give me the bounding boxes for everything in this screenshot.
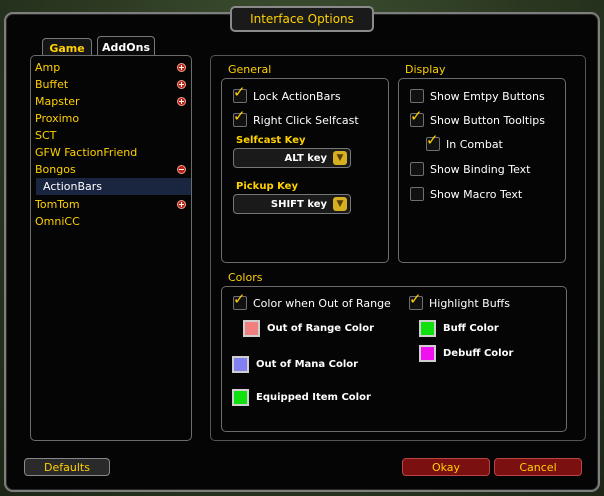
in-combat-checkbox[interactable]: ✓ In Combat bbox=[426, 133, 503, 153]
right-click-selfcast-checkbox[interactable]: ✓ Right Click Selfcast bbox=[233, 109, 359, 129]
addon-item-label: GFW FactionFriend bbox=[35, 146, 138, 159]
check-icon: ✓ bbox=[409, 290, 422, 308]
checkbox-label: Show Emtpy Buttons bbox=[430, 89, 545, 103]
check-icon: ✓ bbox=[233, 290, 246, 308]
selfcast-key-dropdown[interactable]: ALT key ▼ bbox=[233, 148, 351, 168]
addon-item-bongos[interactable]: Bongos bbox=[35, 161, 190, 178]
out-of-range-color-picker[interactable]: Out of Range Color bbox=[243, 318, 374, 338]
addon-item-label: Amp bbox=[35, 61, 61, 74]
swatch-label: Out of Range Color bbox=[267, 322, 375, 334]
expand-icon[interactable] bbox=[177, 97, 186, 106]
addon-item-label: TomTom bbox=[35, 198, 80, 211]
highlight-buffs-checkbox[interactable]: ✓ Highlight Buffs bbox=[409, 292, 510, 312]
addon-item-sct[interactable]: SCT bbox=[35, 127, 190, 144]
checkbox-label: Show Macro Text bbox=[430, 187, 523, 201]
addon-item-label: SCT bbox=[35, 129, 57, 142]
color-swatch[interactable] bbox=[243, 319, 260, 337]
pickup-key-label: Pickup Key bbox=[236, 181, 298, 192]
general-title: General bbox=[228, 63, 272, 76]
chevron-down-icon[interactable]: ▼ bbox=[333, 151, 347, 165]
checkbox-box[interactable]: ✓ bbox=[233, 109, 247, 127]
pickup-key-dropdown[interactable]: SHIFT key ▼ bbox=[233, 194, 351, 214]
checkbox-label: Show Binding Text bbox=[430, 162, 531, 176]
window-title-bar: Interface Options bbox=[230, 6, 374, 32]
checkbox-box[interactable]: ✓ bbox=[409, 292, 423, 310]
equipped-item-color-picker[interactable]: Equipped Item Color bbox=[232, 387, 371, 407]
cancel-button[interactable]: Cancel bbox=[494, 458, 582, 476]
buff-color-picker[interactable]: Buff Color bbox=[419, 318, 499, 338]
cancel-button-label: Cancel bbox=[519, 460, 557, 474]
swatch-label: Equipped Item Color bbox=[256, 391, 371, 403]
checkbox-box[interactable] bbox=[410, 187, 424, 201]
dropdown-value: SHIFT key bbox=[270, 198, 327, 210]
addon-item-actionbars[interactable]: ActionBars bbox=[36, 178, 191, 195]
addon-item-buffet[interactable]: Buffet bbox=[35, 76, 190, 93]
color-when-out-of-range-checkbox[interactable]: ✓ Color when Out of Range bbox=[233, 292, 391, 312]
color-swatch[interactable] bbox=[419, 319, 436, 337]
color-swatch[interactable] bbox=[232, 388, 249, 406]
selfcast-key-label: Selfcast Key bbox=[236, 135, 306, 146]
checkbox-box[interactable]: ✓ bbox=[233, 85, 247, 103]
addon-item-tomtom[interactable]: TomTom bbox=[35, 196, 190, 213]
expand-icon[interactable] bbox=[177, 200, 186, 209]
checkbox-label: Lock ActionBars bbox=[253, 89, 341, 103]
show-empty-buttons-checkbox[interactable]: Show Emtpy Buttons bbox=[410, 87, 545, 105]
swatch-label: Buff Color bbox=[443, 322, 499, 334]
window-title: Interface Options bbox=[250, 12, 354, 26]
collapse-icon[interactable] bbox=[177, 165, 186, 174]
addon-item-amp[interactable]: Amp bbox=[35, 59, 190, 76]
okay-button[interactable]: Okay bbox=[402, 458, 490, 476]
check-icon: ✓ bbox=[233, 107, 246, 125]
check-icon: ✓ bbox=[410, 107, 423, 125]
addon-item-label: Bongos bbox=[35, 163, 76, 176]
checkbox-box[interactable] bbox=[410, 89, 424, 103]
color-swatch[interactable] bbox=[232, 355, 249, 373]
swatch-label: Debuff Color bbox=[443, 347, 514, 359]
addon-item-label: Buffet bbox=[35, 78, 69, 91]
okay-button-label: Okay bbox=[431, 460, 461, 474]
show-macro-text-checkbox[interactable]: Show Macro Text bbox=[410, 185, 522, 203]
checkbox-label: Color when Out of Range bbox=[253, 296, 391, 310]
out-of-mana-color-picker[interactable]: Out of Mana Color bbox=[232, 354, 358, 374]
expand-icon[interactable] bbox=[177, 80, 186, 89]
addon-item-proximo[interactable]: Proximo bbox=[35, 110, 190, 127]
debuff-color-picker[interactable]: Debuff Color bbox=[419, 343, 513, 363]
checkbox-label: Show Button Tooltips bbox=[430, 113, 545, 127]
swatch-label: Out of Mana Color bbox=[256, 358, 359, 370]
display-title: Display bbox=[405, 63, 446, 76]
lock-actionbars-checkbox[interactable]: ✓ Lock ActionBars bbox=[233, 85, 341, 105]
tab-game-label: Game bbox=[49, 42, 85, 55]
expand-icon[interactable] bbox=[177, 63, 186, 72]
dropdown-value: ALT key bbox=[284, 152, 327, 164]
checkbox-label: Highlight Buffs bbox=[429, 296, 510, 310]
addon-item-label: Mapster bbox=[35, 95, 80, 108]
checkbox-label: In Combat bbox=[446, 137, 503, 151]
colors-title: Colors bbox=[228, 271, 263, 284]
addon-item-label: Proximo bbox=[35, 112, 80, 125]
show-button-tooltips-checkbox[interactable]: ✓ Show Button Tooltips bbox=[410, 109, 545, 129]
check-icon: ✓ bbox=[426, 131, 439, 149]
defaults-button[interactable]: Defaults bbox=[24, 458, 110, 476]
checkbox-label: Right Click Selfcast bbox=[253, 113, 359, 127]
addon-item-omnicc[interactable]: OmniCC bbox=[35, 213, 190, 230]
show-binding-text-checkbox[interactable]: Show Binding Text bbox=[410, 160, 531, 178]
addon-item-label: OmniCC bbox=[35, 215, 80, 228]
checkbox-box[interactable]: ✓ bbox=[233, 292, 247, 310]
color-swatch[interactable] bbox=[419, 344, 436, 362]
check-icon: ✓ bbox=[233, 83, 246, 101]
checkbox-box[interactable]: ✓ bbox=[410, 109, 424, 127]
general-group bbox=[221, 78, 389, 263]
addon-item-gfw-factionfriend[interactable]: GFW FactionFriend bbox=[35, 144, 190, 161]
checkbox-box[interactable] bbox=[410, 162, 424, 176]
tab-addons-label: AddOns bbox=[102, 41, 150, 54]
chevron-down-icon[interactable]: ▼ bbox=[333, 197, 347, 211]
addon-item-mapster[interactable]: Mapster bbox=[35, 93, 190, 110]
defaults-button-label: Defaults bbox=[44, 460, 90, 474]
checkbox-box[interactable]: ✓ bbox=[426, 133, 440, 151]
addon-item-label: ActionBars bbox=[43, 180, 102, 193]
